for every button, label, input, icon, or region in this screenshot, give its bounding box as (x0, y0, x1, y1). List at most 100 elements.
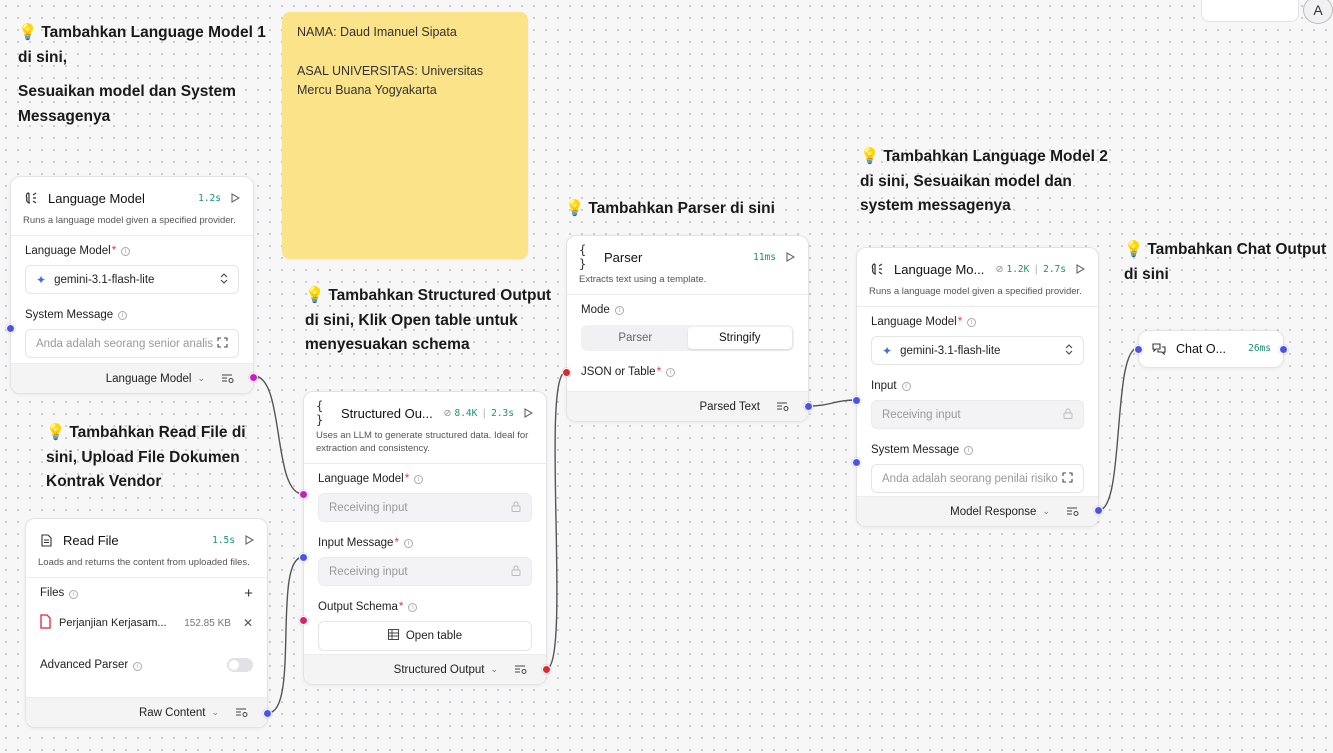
sticky-name: NAMA: Daud Imanuel Sipata (297, 25, 457, 39)
lock-icon (511, 565, 521, 579)
chevron-updown-icon (220, 272, 228, 287)
info-icon: i (403, 538, 413, 548)
output-handle[interactable] (263, 709, 272, 718)
braces-icon: { } (316, 399, 324, 427)
inspect-output-icon[interactable] (1066, 506, 1080, 518)
json-input-handle[interactable] (562, 368, 571, 377)
edge-structured-to-parser (545, 371, 567, 670)
output-handle[interactable] (1279, 345, 1288, 354)
file-item[interactable]: Perjanjian Kerjasam... 152.85 KB ✕ (26, 610, 267, 636)
node-structured-output[interactable]: { } Structured Ou... ⊘ 8.4K | 2.3s Uses an … (299, 391, 551, 685)
info-icon: i (133, 662, 143, 671)
translate-icon[interactable]: A (1303, 0, 1333, 24)
mode-parser-option[interactable]: Parser (583, 327, 688, 349)
lightbulb-icon: 💡 (18, 24, 38, 41)
gemini-icon: ✦ (36, 272, 47, 287)
system-message-input[interactable]: Anda adalah seorang senior analis (25, 329, 239, 358)
link-icon: ⊘ (995, 263, 1004, 275)
node-chat-output[interactable]: Chat O... 26ms (1134, 330, 1288, 368)
chevron-down-icon: ⌄ (197, 373, 205, 383)
pdf-file-icon (40, 614, 51, 632)
input-handle[interactable] (1134, 345, 1143, 354)
system-message-label: System Message i (857, 441, 1098, 459)
input-message-field: Receiving input (318, 557, 532, 586)
output-model-response[interactable]: Model Response ⌄ (857, 496, 1098, 526)
lm-field-label: Language Model * i (304, 470, 546, 488)
message-input-handle[interactable] (299, 553, 308, 562)
lm-input-handle[interactable] (299, 490, 308, 499)
system-message-input[interactable]: Anda adalah seorang penilai risiko (871, 464, 1084, 493)
braces-icon: { } (579, 243, 587, 271)
run-time: 1.5s (212, 534, 235, 546)
output-raw-content[interactable]: Raw Content ⌄ (26, 697, 267, 727)
mode-label: Mode i (567, 301, 808, 319)
run-stats: ⊘ 1.2K | 2.7s (995, 263, 1066, 275)
input-field: Receiving input (871, 400, 1084, 429)
expand-icon[interactable] (1062, 471, 1073, 486)
output-handle[interactable] (542, 665, 551, 674)
schema-input-handle[interactable] (299, 616, 308, 625)
edge-parser-to-lm2 (808, 399, 857, 407)
mode-segmented-control[interactable]: Parser Stringify (581, 325, 794, 351)
output-language-model[interactable]: Language Model ⌄ (11, 363, 253, 393)
play-icon[interactable] (243, 534, 255, 546)
inspect-output-icon[interactable] (776, 401, 790, 413)
file-icon (38, 532, 54, 548)
play-icon[interactable] (1074, 263, 1086, 275)
output-handle[interactable] (804, 402, 813, 411)
gemini-icon: ✦ (882, 343, 893, 358)
lock-icon (1063, 408, 1073, 422)
mode-stringify-option[interactable]: Stringify (687, 327, 792, 349)
output-handle[interactable] (249, 373, 258, 382)
output-schema-label: Output Schema * i (304, 598, 546, 616)
play-icon[interactable] (229, 192, 241, 204)
open-table-button[interactable]: Open table (318, 621, 532, 651)
model-field-label: Language Model * i (857, 313, 1098, 331)
output-parsed-text[interactable]: Parsed Text (567, 391, 808, 421)
toolbar-panel[interactable] (1201, 0, 1299, 22)
output-structured-output[interactable]: Structured Output ⌄ (304, 654, 546, 684)
node-parser[interactable]: { } Parser 11ms Extracts text using a te… (562, 235, 813, 422)
model-select[interactable]: ✦ gemini-3.1-flash-lite (871, 336, 1084, 365)
json-table-label: JSON or Table * i (567, 363, 808, 381)
chevron-down-icon: ⌄ (490, 664, 498, 674)
lm-input: Receiving input (318, 493, 532, 522)
lock-icon (511, 501, 521, 515)
brain-icon (869, 261, 885, 277)
expand-icon[interactable] (217, 336, 228, 351)
system-input-handle[interactable] (852, 458, 861, 467)
input-label: Input i (857, 377, 1098, 395)
play-icon[interactable] (784, 251, 796, 263)
advanced-parser-toggle[interactable] (227, 658, 253, 672)
lightbulb-icon: 💡 (305, 287, 325, 304)
input-handle[interactable] (852, 396, 861, 405)
note-lm1: 💡 Tambahkan Language Model 1 di sini, Ses… (18, 24, 266, 125)
node-language-model-2[interactable]: Language Mo... ⊘ 1.2K | 2.7s Runs a languag… (852, 247, 1103, 527)
inspect-output-icon[interactable] (235, 707, 249, 719)
node-read-file[interactable]: Read File 1.5s Loads and returns the con… (25, 518, 272, 728)
brain-icon (23, 190, 39, 206)
info-icon: i (666, 367, 676, 377)
inspect-output-icon[interactable] (514, 664, 528, 676)
inspect-output-icon[interactable] (221, 373, 235, 385)
chevron-updown-icon (1065, 343, 1073, 358)
output-handle[interactable] (1094, 506, 1103, 515)
model-select[interactable]: ✦ gemini-3.1-flash-lite (25, 265, 239, 294)
note-lm2: 💡 Tambahkan Language Model 2 di sini, Ses… (860, 148, 1108, 214)
info-icon: i (614, 305, 624, 315)
play-icon[interactable] (522, 407, 534, 419)
link-icon: ⊘ (443, 407, 452, 419)
run-stats: ⊘ 8.4K | 2.3s (443, 407, 514, 419)
run-time: 1.2s (198, 192, 221, 204)
remove-file-icon[interactable]: ✕ (243, 616, 253, 630)
model-field-label: Language Model * i (11, 242, 253, 260)
add-file-icon[interactable]: + (244, 585, 253, 602)
note-structured: 💡 Tambahkan Structured Output di sini, Kl… (305, 287, 552, 353)
sticky-note[interactable]: NAMA: Daud Imanuel Sipata ASAL UNIVERSIT… (282, 12, 528, 259)
lightbulb-icon: 💡 (860, 148, 880, 165)
chevron-down-icon: ⌄ (1042, 506, 1050, 516)
node-language-model-1[interactable]: Language Model 1.2s Runs a language mode… (6, 176, 258, 394)
flow-canvas[interactable]: A 💡 Tambahkan Language Model 1 di sini, S… (0, 0, 1333, 753)
input-handle[interactable] (6, 324, 15, 333)
chat-bubbles-icon (1151, 341, 1167, 357)
